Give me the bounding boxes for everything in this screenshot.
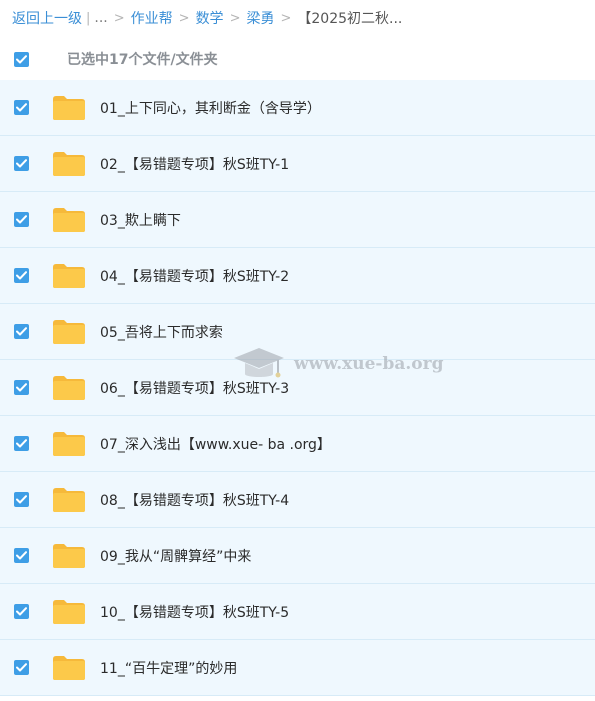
folder-icon (53, 431, 85, 456)
back-button[interactable]: 返回上一级 (12, 8, 82, 28)
breadcrumb-separator: > (280, 10, 292, 26)
file-name: 05_吾将上下而求索 (100, 324, 223, 341)
file-name: 09_我从“周髀算经”中来 (100, 548, 252, 565)
file-name: 08_【易错题专项】秋S班TY-4 (100, 492, 290, 509)
watermark-text: www.xue-ba.org (294, 354, 444, 374)
selection-summary: 已选中17个文件/文件夹 (67, 52, 218, 68)
file-checkbox[interactable] (14, 268, 29, 283)
selection-header: 已选中17个文件/文件夹 (0, 44, 595, 74)
select-all-checkbox[interactable] (14, 51, 29, 67)
breadcrumb: 返回上一级 | ... > 作业帮 > 数学 > 梁勇 > 【2025初二秋..… (12, 6, 402, 30)
breadcrumb-ellipsis[interactable]: ... (94, 10, 107, 26)
checkmark-icon (16, 215, 27, 224)
breadcrumb-item-liangyong[interactable]: 梁勇 (246, 8, 274, 28)
file-name: 10_【易错题专项】秋S班TY-5 (100, 604, 290, 621)
file-row[interactable]: 03_欺上瞒下 (0, 192, 595, 248)
file-row[interactable]: 04_【易错题专项】秋S班TY-2 (0, 248, 595, 304)
checkmark-icon (16, 54, 27, 63)
file-checkbox[interactable] (14, 100, 29, 115)
folder-icon (53, 599, 85, 624)
checkmark-icon (16, 383, 27, 392)
folder-icon (53, 207, 85, 232)
file-checkbox[interactable] (14, 212, 29, 227)
file-checkbox[interactable] (14, 156, 29, 171)
file-row[interactable]: 11_“百牛定理”的妙用 (0, 640, 595, 696)
file-name: 01_上下同心，其利断金（含导学） (100, 100, 321, 117)
breadcrumb-separator: > (229, 10, 241, 26)
checkmark-icon (16, 607, 27, 616)
checkmark-icon (16, 439, 27, 448)
file-checkbox[interactable] (14, 324, 29, 339)
file-row[interactable]: 02_【易错题专项】秋S班TY-1 (0, 136, 595, 192)
checkmark-icon (16, 663, 27, 672)
folder-icon (53, 263, 85, 288)
folder-icon (53, 95, 85, 120)
folder-icon (53, 319, 85, 344)
graduation-cap-icon (234, 348, 284, 378)
breadcrumb-item-shuxue[interactable]: 数学 (196, 8, 224, 28)
file-row[interactable]: 07_深入浅出【www.xue- ba .org】 (0, 416, 595, 472)
file-name: 02_【易错题专项】秋S班TY-1 (100, 156, 290, 173)
breadcrumb-current: 【2025初二秋... (297, 11, 403, 27)
file-checkbox[interactable] (14, 436, 29, 451)
checkmark-icon (16, 327, 27, 336)
file-row[interactable]: 10_【易错题专项】秋S班TY-5 (0, 584, 595, 640)
breadcrumb-separator: > (178, 10, 190, 26)
checkmark-icon (16, 159, 27, 168)
file-checkbox[interactable] (14, 604, 29, 619)
folder-icon (53, 151, 85, 176)
folder-icon (53, 487, 85, 512)
file-row[interactable]: 08_【易错题专项】秋S班TY-4 (0, 472, 595, 528)
file-name: 11_“百牛定理”的妙用 (100, 660, 238, 677)
file-checkbox[interactable] (14, 492, 29, 507)
file-browser-page: 返回上一级 | ... > 作业帮 > 数学 > 梁勇 > 【2025初二秋..… (0, 0, 595, 701)
watermark: www.xue-ba.org (232, 344, 443, 384)
file-name: 03_欺上瞒下 (100, 212, 181, 229)
checkmark-icon (16, 271, 27, 280)
checkmark-icon (16, 551, 27, 560)
breadcrumb-divider: | (86, 10, 91, 26)
file-row[interactable]: 01_上下同心，其利断金（含导学） (0, 80, 595, 136)
file-name: 07_深入浅出【www.xue- ba .org】 (100, 436, 331, 453)
file-list: 01_上下同心，其利断金（含导学） 02_【易错题专项】秋S班TY-1 03_欺… (0, 80, 595, 696)
breadcrumb-item-zuoyebang[interactable]: 作业帮 (131, 8, 173, 28)
file-checkbox[interactable] (14, 380, 29, 395)
folder-icon (53, 375, 85, 400)
folder-icon (53, 543, 85, 568)
checkmark-icon (16, 495, 27, 504)
file-name: 04_【易错题专项】秋S班TY-2 (100, 268, 290, 285)
file-row[interactable]: 09_我从“周髀算经”中来 (0, 528, 595, 584)
checkmark-icon (16, 103, 27, 112)
file-checkbox[interactable] (14, 548, 29, 563)
breadcrumb-separator: > (113, 10, 125, 26)
folder-icon (53, 655, 85, 680)
file-checkbox[interactable] (14, 660, 29, 675)
